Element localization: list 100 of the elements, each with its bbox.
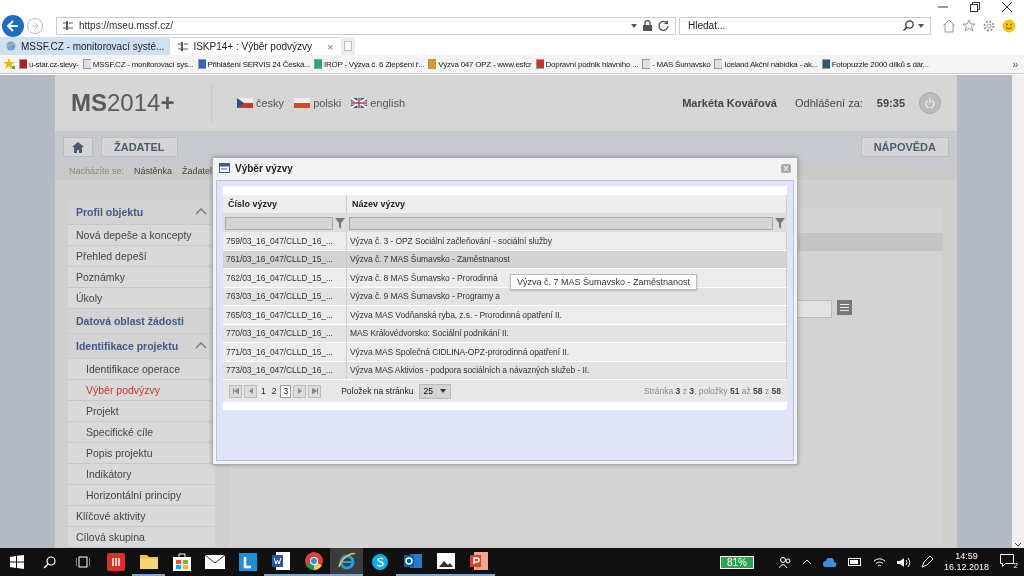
close-icon[interactable]	[1002, 2, 1012, 12]
first-page-button[interactable]	[229, 384, 242, 398]
favorite-link[interactable]: IROP - Výzva č. 6 Zlepšení ř...	[314, 59, 425, 69]
table-cell[interactable]: 765/03_16_047/CLLD_16_...	[223, 306, 347, 325]
windows-icon[interactable]	[9, 555, 24, 569]
browser-tab[interactable]: ISKP14+ : Výběr podvýzvy ×	[172, 37, 340, 55]
restore-icon[interactable]	[970, 2, 980, 12]
help-button[interactable]: NÁPOVĚDA	[860, 137, 949, 158]
speaker-icon[interactable]	[896, 556, 910, 568]
sidebar-section[interactable]: Profil objektu	[68, 200, 215, 225]
page-button[interactable]: 2	[269, 384, 279, 398]
arrow-right-icon	[31, 21, 39, 30]
logout-label: Odhlášení za:	[795, 97, 863, 110]
applicant-button[interactable]: ŽADATEL	[101, 137, 178, 158]
home-button[interactable]	[63, 137, 93, 158]
dropdown-arrow-icon[interactable]	[918, 23, 924, 28]
slides-icon	[469, 552, 488, 570]
logout-timer: 59:35	[876, 97, 905, 110]
chat-icon	[370, 553, 389, 571]
filter-field[interactable]	[225, 216, 333, 230]
filter-icon[interactable]	[775, 217, 785, 229]
caret-icon	[439, 389, 446, 393]
breadcrumb-link[interactable]: Nástěnka	[134, 166, 173, 177]
app-icon	[238, 553, 257, 571]
chevron-up-icon	[195, 342, 207, 350]
more-favorites[interactable]: »	[1012, 58, 1024, 70]
close-icon	[783, 165, 789, 171]
language-link[interactable]: polski	[294, 97, 342, 110]
address-bar[interactable]: https://mseu.mssf.cz/	[56, 16, 676, 35]
table-cell[interactable]: Výzva MAS Vodňanská ryba, z.s. - Prorodinná opatření II.	[347, 306, 787, 325]
page-button[interactable]: 1	[259, 384, 268, 398]
page-icon	[428, 59, 437, 69]
breadcrumb-link[interactable]: Žadatel	[182, 166, 213, 177]
pen-icon[interactable]	[920, 556, 933, 568]
home-icon[interactable]	[942, 18, 956, 33]
envelope-icon	[204, 555, 225, 569]
search-icon[interactable]	[43, 555, 56, 569]
smiley-icon[interactable]	[1002, 18, 1016, 33]
filter-field[interactable]	[349, 216, 773, 230]
globe-icon	[6, 41, 16, 51]
language-link[interactable]: česky	[237, 97, 285, 110]
search-input[interactable]: Hledat...	[686, 19, 899, 32]
dialog-title: Výběr výzvy	[235, 162, 293, 174]
user-name: Markéta Kovářová	[682, 97, 777, 110]
page-icon	[714, 59, 723, 69]
star-icon[interactable]	[962, 18, 976, 33]
table-cell[interactable]: 771/03_16_047/CLLD_15_...	[223, 343, 347, 362]
search-box[interactable]: Hledat...	[679, 16, 931, 35]
list-button[interactable]	[837, 300, 852, 315]
folder-icon	[139, 553, 158, 569]
page-size-dropdown[interactable]: 25	[418, 383, 451, 399]
page-button[interactable]: 3	[280, 384, 292, 398]
triangle-left-icon	[248, 388, 253, 394]
favorite-link[interactable]: u-star.cz-slevy-	[19, 59, 79, 69]
clock[interactable]: 14:59 16.12.2018	[943, 551, 989, 573]
page-icon	[82, 59, 91, 69]
table-cell[interactable]: Výzva č. 3 - OPZ Sociální začleňování - sociální služby	[347, 232, 787, 251]
site-icon	[178, 42, 189, 51]
table-cell[interactable]: Výzva MAS Společná CIDLINA-OPZ-prorodinná opatření II.	[347, 343, 787, 362]
chevron-up-icon[interactable]	[801, 559, 812, 565]
favorite-link[interactable]: Iceland Akční nabídka - ak...	[714, 59, 818, 69]
column-header[interactable]: Číslo výzvy	[223, 195, 347, 214]
previous-page-button[interactable]	[244, 384, 257, 398]
favorite-link[interactable]: Přihlášení SERVIS 24 Česká...	[197, 59, 310, 69]
last-page-button[interactable]	[308, 384, 322, 398]
favorite-link[interactable]: Fotopuzzle 2000 dílků s dár...	[821, 59, 929, 69]
column-header[interactable]: Název výzvy	[347, 195, 787, 214]
dropdown-arrow-icon[interactable]	[631, 23, 637, 28]
power-icon	[925, 98, 935, 109]
url-text: https://mseu.mssf.cz/	[79, 20, 174, 31]
calendar-icon	[403, 552, 422, 570]
page-size-label: Položek na stránku	[341, 386, 414, 396]
scroll-down-icon[interactable]	[1014, 542, 1022, 548]
arrow-left-icon	[7, 19, 19, 32]
favorite-link[interactable]: Výzva 047 OPZ - www.esfcr	[428, 59, 532, 69]
cloud-icon[interactable]	[822, 557, 837, 567]
page-icon	[19, 59, 27, 69]
favorite-link[interactable]: Dopravní podnik hlavního ...	[535, 59, 639, 69]
triangle-right-icon	[297, 388, 302, 394]
favorite-link[interactable]: MSSF.CZ - monitorovací sys...	[82, 59, 194, 69]
task-view-icon[interactable]	[75, 556, 90, 568]
pagination-info: Stránka 3 z 3, položky 51 až 58 z 58	[643, 386, 781, 396]
battery-icon[interactable]	[847, 558, 862, 566]
wifi-icon[interactable]	[872, 556, 886, 568]
back-button[interactable]	[2, 14, 24, 37]
search-icon[interactable]	[903, 20, 914, 31]
browser-tab[interactable]: MSSF.CZ - monitorovací systé...	[0, 37, 171, 55]
favorite-link[interactable]: - MAS Šumavsko	[642, 59, 711, 69]
star-icon[interactable]	[3, 58, 15, 70]
next-page-button[interactable]	[293, 384, 307, 398]
refresh-icon[interactable]	[658, 20, 669, 31]
filter-icon[interactable]	[335, 217, 345, 229]
flag-icon	[237, 98, 253, 109]
table-cell[interactable]: 762/03_16_047/CLLD_15_...	[223, 269, 347, 288]
list-icon	[840, 304, 849, 311]
people-icon[interactable]	[778, 556, 791, 568]
language-link[interactable]: english	[351, 97, 406, 110]
settings-icon[interactable]	[982, 18, 996, 33]
page-icon	[344, 41, 353, 51]
table-cell[interactable]: 759/03_16_047/CLLD_16_...	[223, 232, 347, 251]
